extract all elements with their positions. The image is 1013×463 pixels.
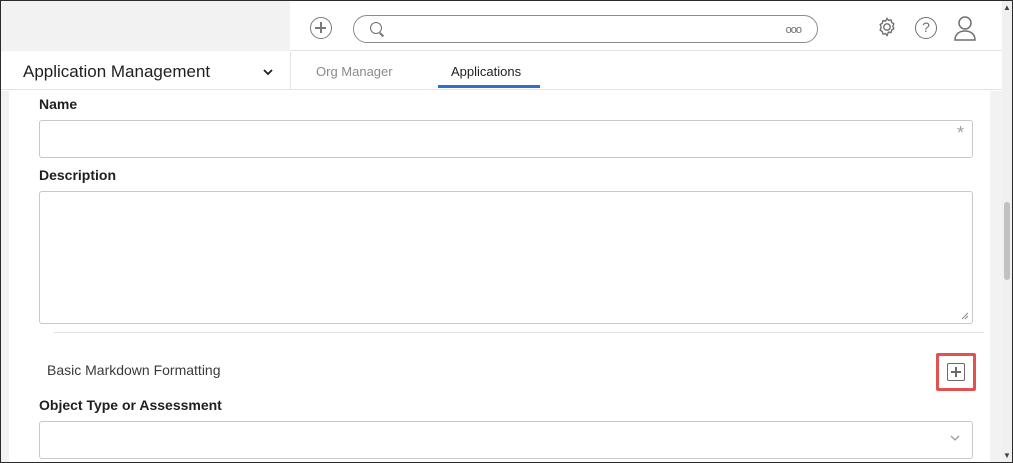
name-label: Name: [39, 96, 78, 112]
search-input[interactable]: ooo: [353, 15, 818, 43]
scroll-down-icon[interactable]: ▼: [1003, 451, 1011, 460]
app-title[interactable]: Application Management: [23, 62, 210, 82]
description-field[interactable]: [39, 191, 973, 324]
add-circle-icon[interactable]: [310, 17, 332, 39]
help-icon[interactable]: ?: [915, 17, 937, 39]
markdown-formatting-label: Basic Markdown Formatting: [47, 362, 221, 378]
resize-handle-icon[interactable]: [961, 312, 969, 320]
user-icon[interactable]: [953, 15, 977, 41]
form-panel: Name * Description Basic Markdown Format…: [9, 91, 990, 462]
scroll-up-icon[interactable]: ▲: [1003, 3, 1011, 12]
chevron-down-icon[interactable]: [263, 67, 273, 77]
nav-divider: [290, 52, 291, 90]
object-type-label: Object Type or Assessment: [39, 397, 222, 413]
search-icon: [370, 22, 382, 34]
required-marker: *: [956, 123, 964, 143]
divider: [54, 332, 984, 333]
expand-plus-icon: [947, 363, 965, 381]
more-icon[interactable]: ooo: [786, 24, 802, 36]
tab-org-manager[interactable]: Org Manager: [316, 64, 393, 79]
object-type-select[interactable]: [39, 421, 973, 459]
tab-applications[interactable]: Applications: [451, 64, 521, 79]
chevron-down-icon: [950, 435, 960, 441]
top-bar: ooo ?: [1, 1, 1002, 51]
gear-icon[interactable]: [876, 16, 898, 38]
name-field[interactable]: *: [39, 120, 973, 158]
description-label: Description: [39, 167, 117, 183]
content-area: Name * Description Basic Markdown Format…: [1, 91, 1002, 462]
nav-bar: Application Management Org Manager Appli…: [1, 52, 1002, 90]
top-bar-logo-area: [1, 1, 290, 51]
scroll-thumb[interactable]: [1004, 202, 1010, 280]
scrollbar[interactable]: ▲ ▼: [1002, 1, 1012, 462]
active-tab-indicator: [438, 85, 540, 88]
expand-markdown-button[interactable]: [936, 353, 976, 391]
